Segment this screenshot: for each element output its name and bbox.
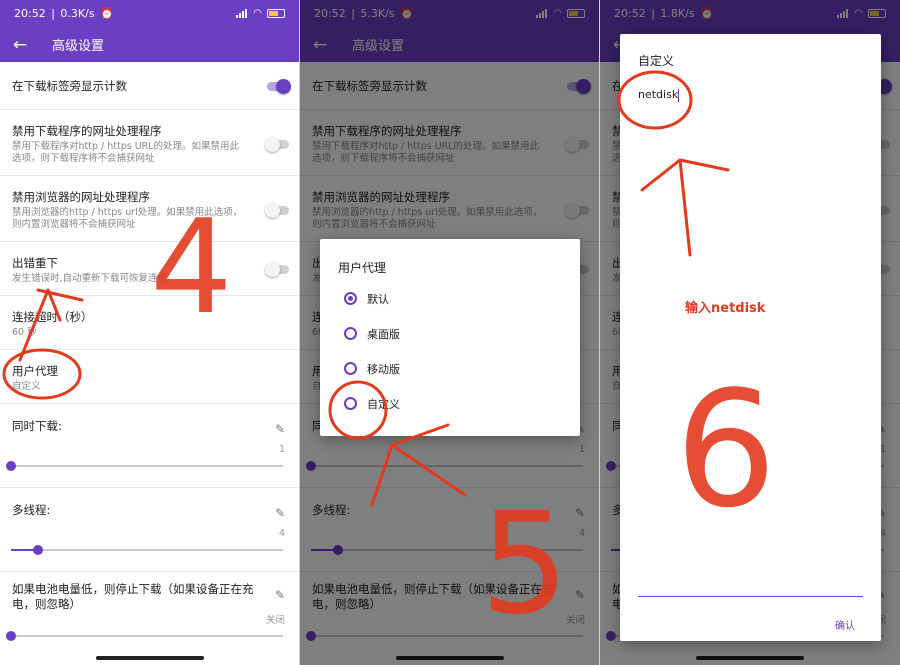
show-count-toggle[interactable] — [267, 79, 291, 94]
radio-button[interactable] — [344, 397, 357, 410]
app-bar: ← 高级设置 — [0, 27, 299, 62]
signal-icon — [236, 9, 248, 18]
wifi-icon: ◠ — [253, 8, 262, 19]
back-arrow-icon[interactable]: ← — [0, 35, 40, 55]
text-cursor — [678, 88, 680, 102]
custom-ua-input-text[interactable]: netdisk — [638, 88, 680, 102]
radio-button[interactable] — [344, 327, 357, 340]
disable-browser-url-toggle[interactable] — [265, 203, 289, 218]
status-bar: 20:52 | 0.3K/s ⏰ ◠ — [0, 0, 299, 27]
page-title: 高级设置 — [52, 39, 105, 54]
screen-user-agent-dialog: 20:52 | 5.3K/s ⏰ ◠ ← 高级设置 在下载标签旁显示计数 禁用下… — [300, 0, 600, 665]
setting-retry-on-error[interactable]: 出错重下 发生错误时,自动重新下载可恢复连接 — [0, 242, 299, 296]
screen-custom-ua-dialog: 20:52 | 1.8K/s ⏰ ◠ ← 高级设置 在下载标签旁显示计数 禁用下… — [600, 0, 900, 665]
battery-slider[interactable] — [6, 631, 283, 641]
radio-button[interactable] — [344, 362, 357, 375]
retry-on-error-toggle[interactable] — [265, 262, 289, 277]
setting-connection-timeout[interactable]: 连接超时（秒） 60 秒 — [0, 296, 299, 350]
status-speed: 0.3K/s — [60, 7, 95, 20]
custom-ua-dialog: 自定义 netdisk 确认 — [620, 34, 881, 641]
edit-pencil-icon[interactable]: ✎ — [275, 588, 285, 602]
home-indicator[interactable] — [96, 656, 204, 660]
confirm-button[interactable]: 确认 — [835, 617, 855, 632]
setting-low-battery-stop[interactable]: 如果电池电量低，则停止下载（如果设备正在充电，则忽略） ✎ 关闭 — [0, 572, 299, 652]
edit-pencil-icon[interactable]: ✎ — [275, 422, 285, 436]
user-agent-dialog: 用户代理 默认 桌面版 移动版 自定义 — [320, 239, 580, 436]
disable-downloader-url-toggle[interactable] — [265, 137, 289, 152]
custom-ua-input-underline[interactable] — [638, 596, 863, 597]
setting-concurrent-downloads[interactable]: 同时下载: ✎ 1 — [0, 404, 299, 488]
ua-option-default[interactable]: 默认 — [320, 281, 580, 316]
screen-settings: 20:52 | 0.3K/s ⏰ ◠ ← 高级设置 在下载标签旁显示计数 禁用下… — [0, 0, 300, 665]
threads-slider[interactable] — [11, 545, 283, 555]
setting-user-agent[interactable]: 用户代理 自定义 — [0, 350, 299, 404]
status-time: 20:52 — [14, 7, 46, 20]
radio-button[interactable] — [344, 292, 357, 305]
setting-threads[interactable]: 多线程: ✎ 4 — [0, 488, 299, 572]
battery-icon — [267, 9, 285, 18]
setting-disable-downloader-url[interactable]: 禁用下载程序的网址处理程序 禁用下载程序对http / https URL的处理… — [0, 110, 299, 176]
alarm-icon: ⏰ — [100, 7, 114, 20]
concurrent-slider[interactable] — [6, 461, 283, 471]
setting-disable-browser-url[interactable]: 禁用浏览器的网址处理程序 禁用浏览器的http / https url处理。如果… — [0, 176, 299, 242]
ua-option-custom[interactable]: 自定义 — [320, 386, 580, 421]
edit-pencil-icon[interactable]: ✎ — [275, 506, 285, 520]
setting-show-count[interactable]: 在下载标签旁显示计数 — [0, 62, 299, 110]
ua-option-desktop[interactable]: 桌面版 — [320, 316, 580, 351]
ua-option-mobile[interactable]: 移动版 — [320, 351, 580, 386]
